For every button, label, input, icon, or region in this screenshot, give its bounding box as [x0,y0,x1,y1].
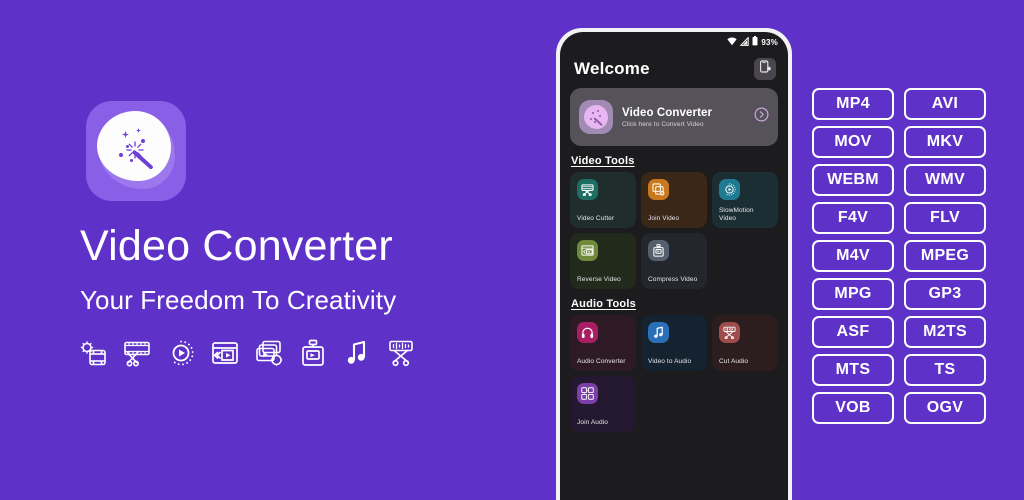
video-cutter-icon [577,179,598,200]
tool-card[interactable]: Join Video [641,172,707,228]
format-badge[interactable]: WEBM [812,164,894,196]
format-badge[interactable]: VOB [812,392,894,424]
format-badge[interactable]: MPEG [904,240,986,272]
format-badge[interactable]: M2TS [904,316,986,348]
tool-card-label: Video Cutter [577,214,615,222]
tool-card[interactable]: Video to Audio [641,315,707,371]
tool-card-label: Compress Video [648,275,698,283]
page-subtitle: Your Freedom To Creativity [80,285,397,315]
chevron-right-circle-icon[interactable] [754,107,769,127]
tool-card[interactable]: Compress Video [641,233,707,289]
phone-screen: 93% Welcome Video Converter Click here t… [560,32,788,500]
tool-card[interactable]: Cut Audio [712,315,778,371]
headphones-icon [577,322,598,343]
page-title: Video Converter [80,222,393,270]
format-badge[interactable]: OGV [904,392,986,424]
tool-card[interactable]: Video Cutter [570,172,636,228]
app-icon [86,101,186,201]
format-badge[interactable]: MP4 [812,88,894,120]
wifi-icon [727,36,737,48]
format-badge[interactable]: TS [904,354,986,386]
phone-mockup: 93% Welcome Video Converter Click here t… [556,28,792,500]
slowmotion-icon [719,179,740,200]
audio-tools-heading: Audio Tools [571,298,636,310]
music-note-icon [342,338,372,368]
app-icon-sparkle [119,153,123,157]
tool-card-label: Reverse Video [577,275,621,283]
video-copy-icon [254,338,284,368]
video-settings-icon [78,338,108,368]
tool-card-label: Join Video [648,214,680,222]
format-badge[interactable]: MPG [812,278,894,310]
video-tools-grid: Video Cutter Join Video SlowMotion Video Re… [560,172,788,289]
converter-card-subtitle: Click here to Convert Video [622,120,704,128]
app-icon-sparkle [126,145,129,148]
signal-icon [740,35,750,48]
branding-panel: Video Converter Your Freedom To Creativi… [0,0,545,500]
music-note-icon [648,322,669,343]
format-badge[interactable]: M4V [812,240,894,272]
join-video-icon [648,179,669,200]
magic-wand-icon [579,100,613,134]
tool-card[interactable]: Audio Converter [570,315,636,371]
format-badge[interactable]: MOV [812,126,894,158]
format-badge[interactable]: FLV [904,202,986,234]
format-badge[interactable]: MKV [904,126,986,158]
supported-formats-panel: MP4 AVI MOV MKV WEBM WMV F4V FLV M4V MPEG MPG GP3 AS… [812,88,986,424]
format-badge[interactable]: AVI [904,88,986,120]
tool-card[interactable]: Join Audio [570,376,636,432]
play-circle-icon [166,338,196,368]
audio-cut-icon [719,322,740,343]
battery-icon [752,36,758,48]
video-rewind-window-icon [210,338,240,368]
status-bar: 93% [560,32,788,52]
converter-card-title: Video Converter [622,106,713,119]
video-converter-card[interactable]: Video Converter Click here to Convert Vi… [570,88,778,146]
audio-tools-grid: Audio Converter Video to Audio Cut Audio Jo… [560,315,788,432]
format-badge[interactable]: GP3 [904,278,986,310]
video-tools-heading: Video Tools [571,155,635,167]
phone-header: Welcome [560,52,788,88]
phone-export-icon [759,60,772,78]
feature-icon-row [78,338,416,368]
join-audio-icon [577,383,598,404]
tool-card-label: SlowMotion Video [719,206,754,222]
tool-card[interactable]: Reverse Video [570,233,636,289]
battery-percent: 93% [761,37,778,47]
format-badge[interactable]: F4V [812,202,894,234]
app-icon-sparkle [141,139,145,143]
format-badge[interactable]: MTS [812,354,894,386]
tool-card-label: Cut Audio [719,357,749,365]
reverse-video-icon [577,240,598,261]
tool-card-label: Video to Audio [648,357,692,365]
compress-video-icon [648,240,669,261]
film-cut-icon [122,338,152,368]
audio-cut-icon [386,338,416,368]
video-compress-icon [298,338,328,368]
tool-card-label: Audio Converter [577,357,626,365]
format-badge[interactable]: ASF [812,316,894,348]
app-icon-sparkle [130,159,133,162]
format-badge[interactable]: WMV [904,164,986,196]
tool-card[interactable]: SlowMotion Video [712,172,778,228]
welcome-title: Welcome [574,59,650,78]
phone-export-button[interactable] [754,58,776,80]
tool-card-label: Join Audio [577,418,608,426]
